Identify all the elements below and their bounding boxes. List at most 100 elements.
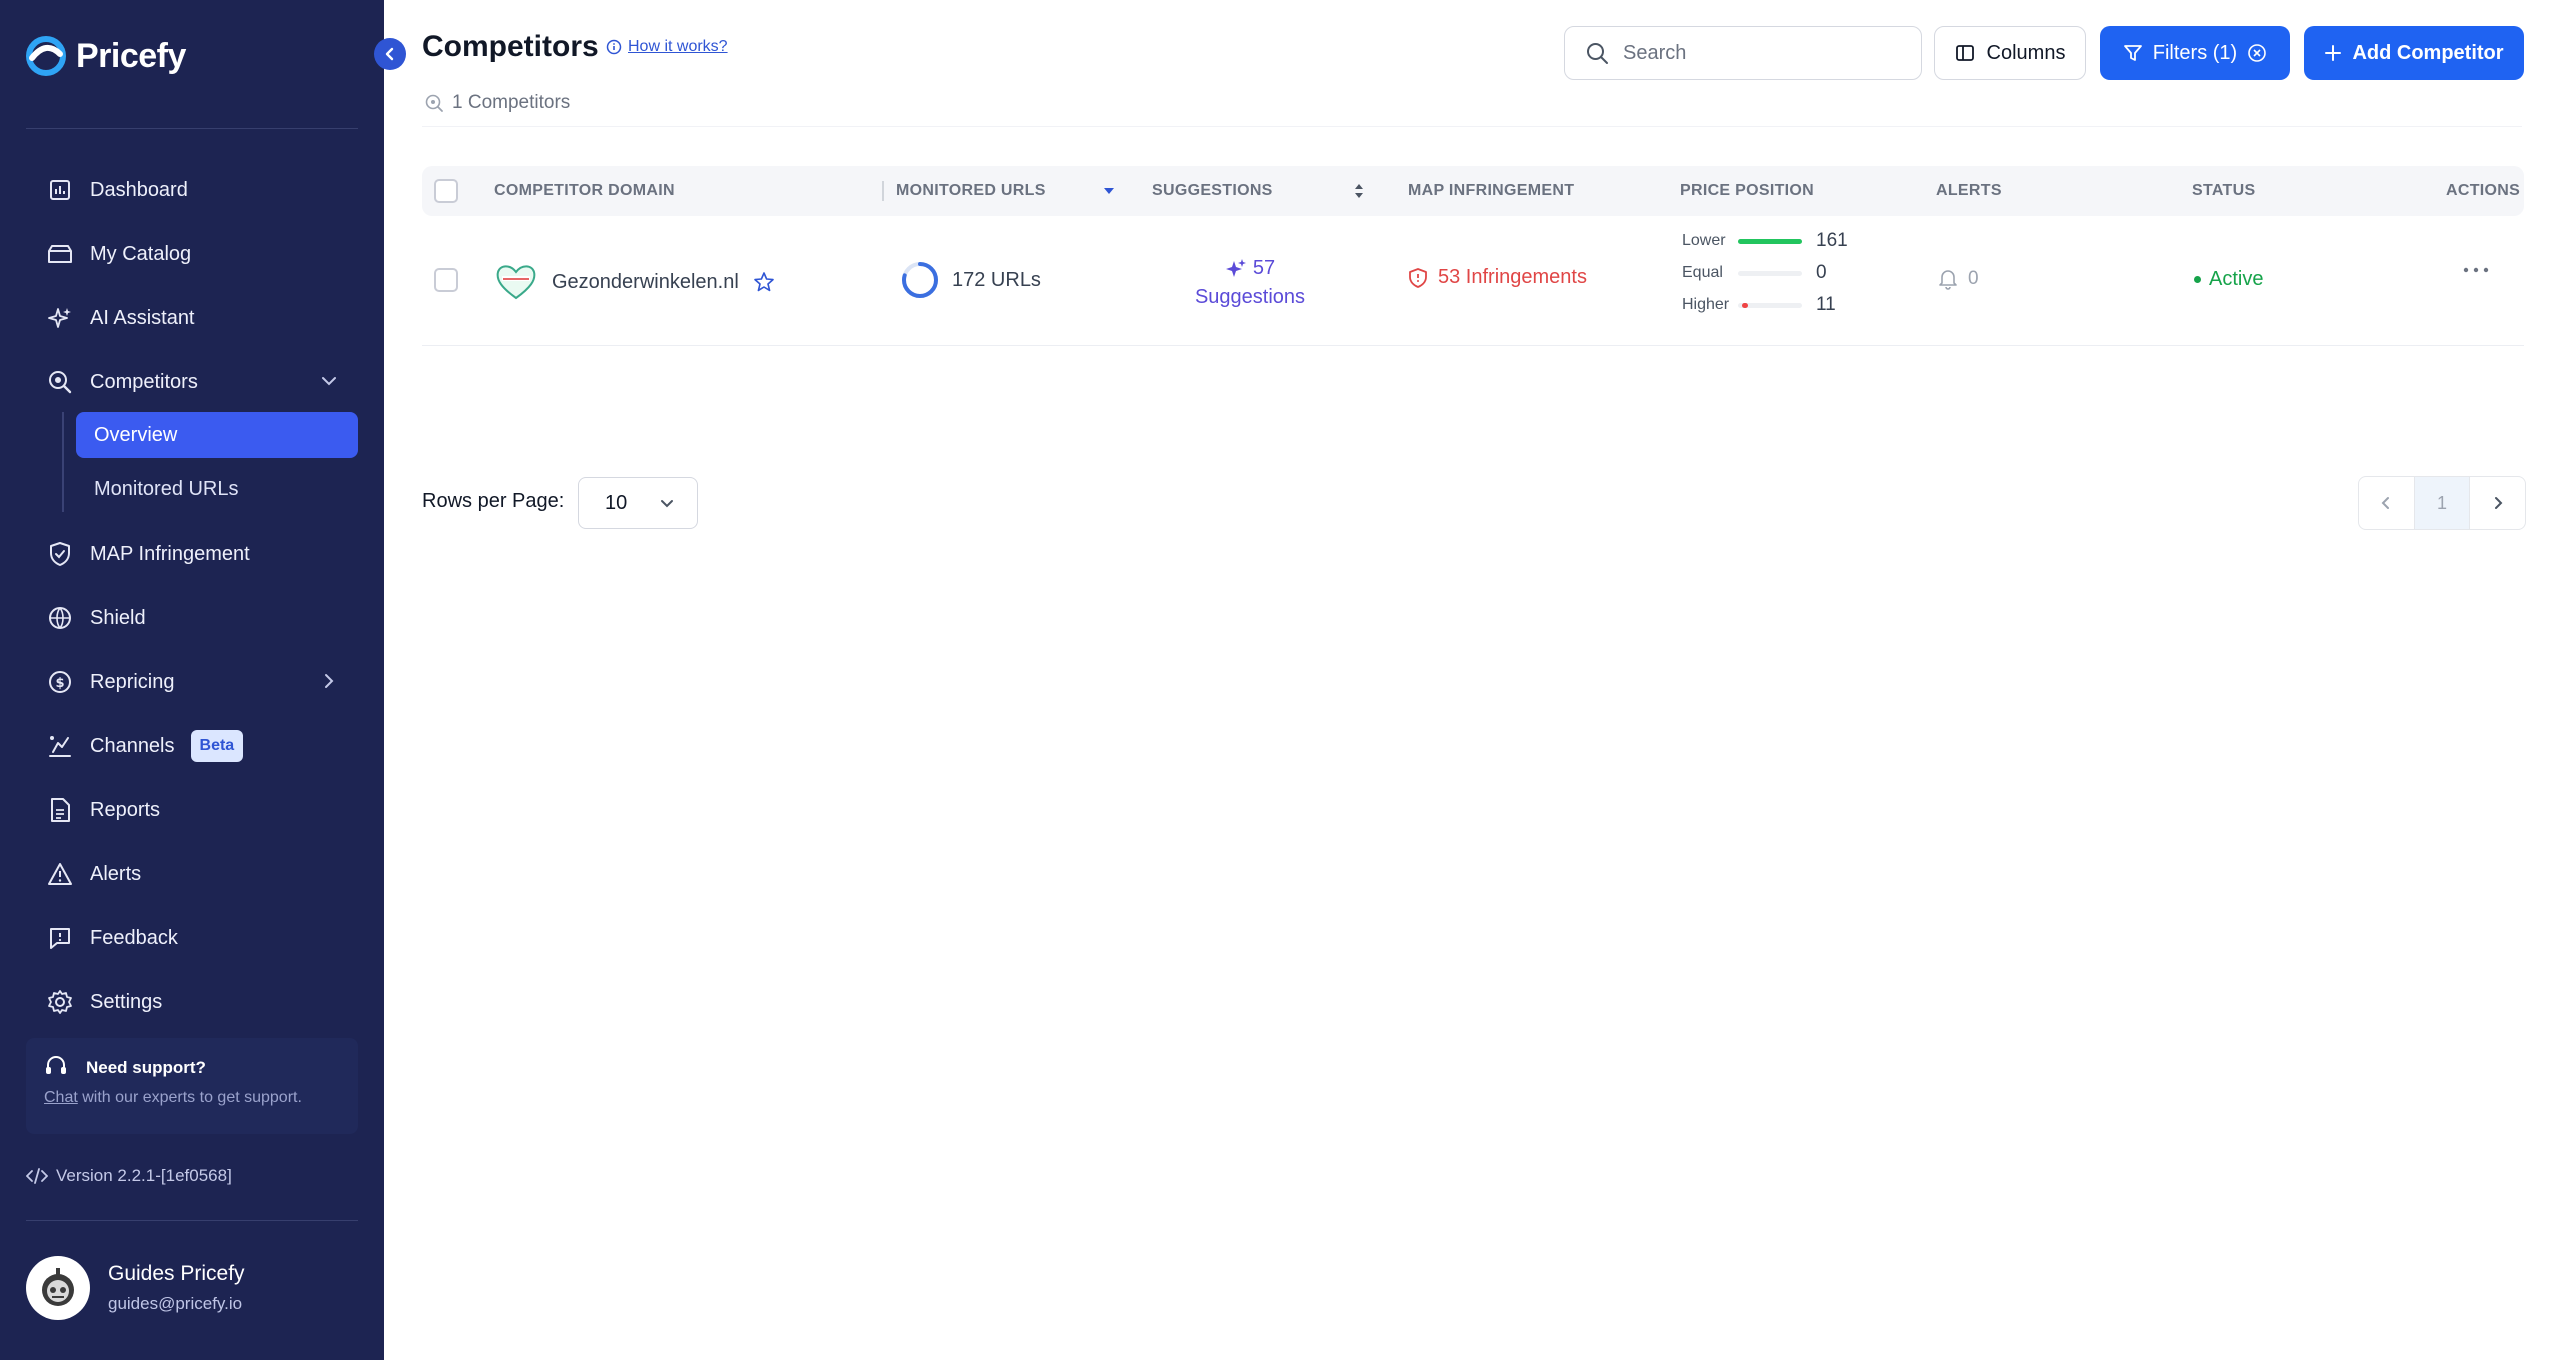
row-checkbox[interactable]	[434, 268, 458, 292]
filters-button[interactable]: Filters (1)	[2100, 26, 2290, 80]
pp-bar	[1738, 270, 1802, 276]
table-row[interactable]: Gezonderwinkelen.nl 172 URLs 57 Suggesti…	[422, 216, 2524, 346]
sidebar-item-feedback[interactable]: Feedback	[26, 914, 358, 962]
page-button-current[interactable]: 1	[2413, 477, 2471, 529]
price-position-lower: Lower 161	[1682, 228, 1848, 254]
col-monitored-urls[interactable]: MONITORED URLS	[896, 166, 1046, 216]
columns-button[interactable]: Columns	[1934, 26, 2086, 80]
chevron-left-icon	[2381, 497, 2390, 509]
shield-alert-icon	[1409, 267, 1427, 288]
user-name: Guides Pricefy	[108, 1262, 245, 1285]
col-label: MONITORED URLS	[896, 182, 1046, 199]
count-text: 1 Competitors	[452, 92, 571, 113]
sidebar: Pricefy Dashboard My Catalog AI Assistan…	[0, 0, 406, 1360]
search-input[interactable]	[1623, 41, 1903, 65]
search-count-icon	[425, 94, 443, 112]
sidebar-item-label: AI Assistant	[90, 306, 195, 329]
support-text-body: with our experts to get support.	[77, 1089, 302, 1106]
pp-value: 11	[1816, 294, 1836, 315]
sidebar-item-settings[interactable]: Settings	[26, 978, 358, 1026]
price-position-cell: Lower 161 Equal 0 Higher 11	[1682, 228, 1848, 318]
row-checkbox-cell[interactable]	[434, 268, 458, 292]
sidebar-item-alerts[interactable]: Alerts	[26, 850, 358, 898]
filter-icon	[2123, 45, 2142, 61]
sidebar-subitem-monitored-urls[interactable]: Monitored URLs	[76, 466, 358, 512]
columns-icon	[1955, 45, 1974, 61]
pp-bar	[1738, 238, 1802, 244]
page-title: Competitors	[422, 30, 599, 63]
submenu-line	[62, 412, 64, 512]
sidebar-divider	[26, 128, 358, 129]
map-infringement-cell[interactable]: 53 Infringements	[1408, 266, 1587, 289]
col-competitor-domain[interactable]: COMPETITOR DOMAIN	[494, 166, 675, 216]
col-alerts[interactable]: ALERTS	[1936, 166, 2002, 216]
avatar	[26, 1256, 90, 1320]
clear-filter-icon[interactable]	[2247, 43, 2267, 63]
col-map-infringement[interactable]: MAP INFRINGEMENT	[1408, 166, 1574, 216]
sidebar-item-map-infringement[interactable]: MAP Infringement	[26, 530, 358, 578]
sidebar-item-label: My Catalog	[90, 242, 192, 265]
row-actions-button[interactable]	[2462, 266, 2490, 274]
report-icon	[46, 796, 74, 824]
sidebar-item-dashboard[interactable]: Dashboard	[26, 166, 358, 214]
sidebar-subitem-overview[interactable]: Overview	[76, 412, 358, 458]
next-page-button[interactable]	[2470, 477, 2525, 529]
sidebar-item-label: Settings	[90, 990, 163, 1013]
sidebar-divider	[26, 1220, 358, 1221]
user-profile[interactable]: Guides Pricefy guides@pricefy.io	[26, 1256, 245, 1320]
competitor-domain: Gezonderwinkelen.nl	[552, 270, 739, 293]
support-title: Need support?	[86, 1058, 206, 1077]
star-icon[interactable]	[753, 271, 775, 293]
sidebar-item-label: Repricing	[90, 670, 175, 693]
status-badge: Active	[2209, 268, 2264, 290]
rows-per-page-select[interactable]: 10	[578, 477, 698, 529]
add-competitor-button[interactable]: Add Competitor	[2304, 26, 2524, 80]
more-horizontal-icon	[2463, 267, 2489, 273]
competitor-domain-cell[interactable]: Gezonderwinkelen.nl	[494, 262, 775, 302]
pp-label: Equal	[1682, 264, 1723, 281]
sort-icon[interactable]	[1352, 166, 1366, 216]
sidebar-item-label: Channels	[90, 734, 175, 757]
col-suggestions[interactable]: SUGGESTIONS	[1152, 166, 1273, 216]
rows-per-page-value: 10	[605, 491, 628, 514]
pp-label: Lower	[1682, 232, 1726, 249]
header-divider	[422, 126, 2522, 127]
sidebar-item-shield[interactable]: Shield	[26, 594, 358, 642]
rows-per-page-label: Rows per Page:	[422, 490, 565, 512]
sidebar-item-label: MAP Infringement	[90, 542, 250, 565]
search-box[interactable]	[1564, 26, 1922, 80]
info-icon	[606, 39, 622, 55]
collapse-sidebar-button[interactable]	[374, 38, 406, 70]
chat-link[interactable]: Chat	[44, 1089, 78, 1106]
brand-logo[interactable]: Pricefy	[26, 36, 186, 76]
svg-text:$: $	[55, 676, 64, 691]
table-header: COMPETITOR DOMAIN MONITORED URLS SUGGEST…	[422, 166, 2524, 216]
chevron-right-icon	[325, 674, 334, 688]
monitored-urls-cell[interactable]: 172 URLs	[900, 260, 1041, 300]
sidebar-item-repricing[interactable]: $ Repricing	[26, 658, 358, 706]
suggestions-cell[interactable]: 57 Suggestions	[1180, 254, 1320, 312]
select-all-checkbox-cell[interactable]	[434, 166, 458, 216]
how-it-works-text: How it works?	[628, 38, 728, 55]
sidebar-item-reports[interactable]: Reports	[26, 786, 358, 834]
prev-page-button[interactable]	[2359, 477, 2414, 529]
select-all-checkbox[interactable]	[434, 179, 458, 203]
alerts-cell[interactable]: 0	[1938, 268, 1979, 290]
support-text: Chat with our experts to get support.	[44, 1089, 302, 1107]
channels-icon	[46, 732, 74, 760]
sidebar-item-label: Reports	[90, 798, 161, 821]
sidebar-item-competitors[interactable]: Competitors	[26, 358, 358, 406]
sidebar-item-channels[interactable]: Channels Beta	[26, 722, 358, 770]
sidebar-item-ai-assistant[interactable]: AI Assistant	[26, 294, 358, 342]
pp-label: Higher	[1682, 296, 1730, 313]
pp-fill	[1738, 238, 1802, 244]
col-status[interactable]: STATUS	[2192, 166, 2255, 216]
suggestions-count: 57	[1252, 257, 1276, 279]
plus-icon	[2325, 45, 2342, 61]
sidebar-item-my-catalog[interactable]: My Catalog	[26, 230, 358, 278]
search-icon	[1587, 43, 1608, 64]
col-price-position[interactable]: PRICE POSITION	[1680, 166, 1814, 216]
chevron-down-icon	[322, 377, 336, 386]
how-it-works-link[interactable]: How it works?	[606, 38, 728, 56]
sort-desc-icon[interactable]	[1102, 166, 1116, 216]
